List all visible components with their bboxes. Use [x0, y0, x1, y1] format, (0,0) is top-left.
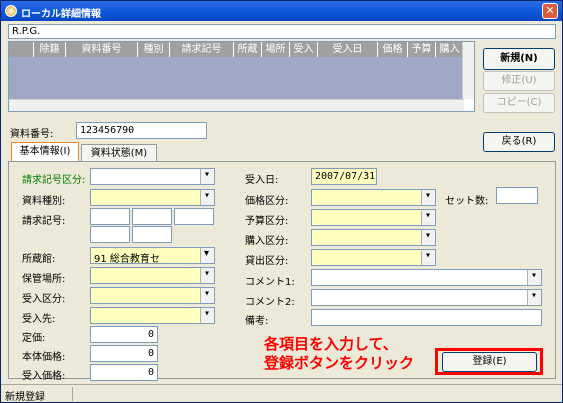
konyu-select[interactable]: [311, 229, 436, 246]
col-header[interactable]: 資料番号: [66, 42, 138, 57]
shubetsu-label: 資料種別:: [22, 196, 66, 207]
comment2-select[interactable]: [311, 289, 542, 306]
seikyu-kubun-select[interactable]: [90, 168, 215, 185]
window: ローカル詳細情報 ✕ R.P.G. 除籍 資料番号 種別 請求記号 所蔵 場所 …: [0, 0, 563, 403]
status-text: 新規登録: [5, 392, 45, 403]
chevron-down-icon[interactable]: [421, 210, 435, 225]
shubetsu-select[interactable]: [90, 189, 215, 206]
title-field[interactable]: R.P.G.: [8, 24, 556, 39]
app-icon: [5, 5, 17, 17]
biko-field[interactable]: [311, 309, 542, 326]
seikyu-kigo-field-4[interactable]: [90, 226, 130, 243]
shozokan-value: 91 総合教育セ: [94, 254, 160, 264]
instruction-line-2: 登録ボタンをクリック: [264, 354, 415, 372]
seikyu-kigo-field-1[interactable]: [90, 208, 130, 225]
teika-label: 定価:: [22, 333, 46, 344]
ukeire-kubun-select[interactable]: [90, 287, 215, 304]
chevron-down-icon[interactable]: [527, 270, 541, 285]
ukeire-bi-label: 受入日:: [245, 175, 279, 186]
chevron-down-icon[interactable]: [421, 230, 435, 245]
edit-button[interactable]: 修正(U): [483, 71, 555, 91]
seikyu-kigo-label: 請求記号:: [22, 216, 66, 227]
chevron-down-icon[interactable]: [200, 248, 214, 263]
window-title: ローカル詳細情報: [21, 9, 101, 20]
grid-header: 除籍 資料番号 種別 請求記号 所蔵 場所 受入 受入日 価格 予算 購入: [9, 42, 464, 57]
chevron-down-icon[interactable]: [200, 308, 214, 323]
instruction-line-1: 各項目を入力して、: [264, 335, 398, 353]
seikyu-kubun-label: 請求記号区分:: [22, 175, 86, 186]
comment1-label: コメント1:: [245, 277, 295, 288]
yosan-select[interactable]: [311, 209, 436, 226]
col-header[interactable]: 請求記号: [170, 42, 234, 57]
comment1-select[interactable]: [311, 269, 542, 286]
set-su-field[interactable]: [496, 187, 538, 204]
chevron-down-icon[interactable]: [421, 250, 435, 265]
shiryo-number-field[interactable]: 123456790: [76, 122, 207, 139]
register-button[interactable]: 登録(E): [442, 352, 537, 372]
col-header[interactable]: 購入: [436, 42, 464, 57]
comment2-label: コメント2:: [245, 297, 295, 308]
back-button[interactable]: 戻る(R): [483, 132, 555, 152]
col-header[interactable]: 所蔵: [234, 42, 262, 57]
tab-status[interactable]: 資料状態(M): [81, 144, 157, 162]
konyu-label: 購入区分:: [245, 236, 289, 247]
instruction-note: 各項目を入力して、 登録ボタンをクリック: [264, 335, 414, 373]
ukeire-kubun-label: 受入区分:: [22, 294, 66, 305]
seikyu-kigo-field-2[interactable]: [132, 208, 172, 225]
col-header[interactable]: 価格: [378, 42, 408, 57]
new-button[interactable]: 新規(N): [483, 48, 555, 70]
hokan-label: 保管場所:: [22, 274, 66, 285]
yosan-label: 予算区分:: [245, 216, 289, 227]
col-header[interactable]: 場所: [262, 42, 290, 57]
chevron-down-icon[interactable]: [200, 190, 214, 205]
hokan-select[interactable]: [90, 267, 215, 284]
ukeire-saki-label: 受入先:: [22, 314, 56, 325]
shozokan-select[interactable]: 91 総合教育セ: [90, 247, 215, 264]
status-divider: [72, 387, 73, 401]
kakaku-kubun-select[interactable]: [311, 189, 436, 206]
col-header[interactable]: 受入: [290, 42, 318, 57]
shozokan-label: 所蔵館:: [22, 254, 56, 265]
teika-field[interactable]: 0: [90, 326, 158, 343]
ukeire-kakaku-label: 受入価格:: [22, 371, 66, 382]
chevron-down-icon[interactable]: [527, 290, 541, 305]
record-grid[interactable]: 除籍 資料番号 種別 請求記号 所蔵 場所 受入 受入日 価格 予算 購入: [8, 41, 475, 112]
seikyu-kigo-field-5[interactable]: [132, 226, 172, 243]
col-header[interactable]: 予算: [408, 42, 436, 57]
biko-label: 備考:: [245, 316, 269, 327]
col-header[interactable]: 受入日: [318, 42, 378, 57]
shiryo-label: 資料番号:: [10, 129, 54, 140]
ukeire-bi-field[interactable]: 2007/07/31: [311, 168, 377, 185]
chevron-down-icon[interactable]: [421, 190, 435, 205]
hontai-field[interactable]: 0: [90, 345, 158, 362]
seikyu-kigo-field-3[interactable]: [174, 208, 214, 225]
col-header[interactable]: 種別: [138, 42, 170, 57]
grid-horizontal-scrollbar[interactable]: [9, 99, 464, 111]
close-button[interactable]: ✕: [542, 3, 558, 19]
chevron-down-icon[interactable]: [200, 268, 214, 283]
chevron-down-icon[interactable]: [200, 288, 214, 303]
ukeire-saki-select[interactable]: [90, 307, 215, 324]
kakaku-kubun-label: 価格区分:: [245, 196, 289, 207]
title-bar: ローカル詳細情報 ✕: [1, 1, 562, 21]
ukeire-kakaku-field[interactable]: 0: [90, 364, 158, 381]
grid-body[interactable]: [9, 57, 464, 99]
copy-button[interactable]: コピー(C): [483, 93, 555, 113]
status-bar: 新規登録: [1, 384, 562, 403]
chevron-down-icon[interactable]: [200, 169, 214, 184]
kashidashi-label: 貸出区分:: [245, 256, 289, 267]
kashidashi-select[interactable]: [311, 249, 436, 266]
col-header[interactable]: [9, 42, 34, 57]
grid-vertical-scrollbar[interactable]: [462, 42, 474, 99]
set-su-label: セット数:: [445, 196, 489, 207]
col-header[interactable]: 除籍: [34, 42, 66, 57]
hontai-label: 本体価格:: [22, 352, 66, 363]
tab-basic[interactable]: 基本情報(I): [11, 142, 79, 162]
